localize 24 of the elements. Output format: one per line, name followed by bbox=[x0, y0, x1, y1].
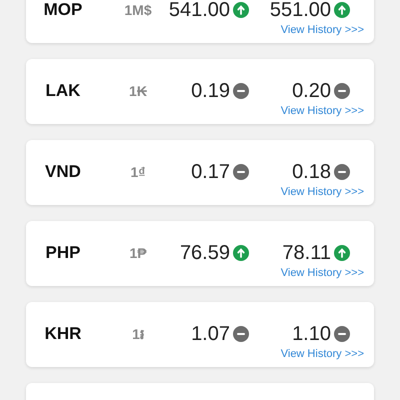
sell-rate: 551.00 bbox=[270, 0, 331, 23]
unit-label: 1៛ bbox=[131, 324, 145, 344]
buy-rate: 76.59 bbox=[180, 241, 230, 266]
sell-rate: 78.11 bbox=[282, 241, 331, 266]
view-history-link[interactable]: View History >>> bbox=[280, 106, 364, 117]
currency-code: KHR bbox=[44, 323, 82, 346]
buy-rate: 0.17 bbox=[191, 160, 230, 185]
view-history-link[interactable]: View History >>> bbox=[280, 25, 364, 36]
currency-code: LAK bbox=[44, 80, 82, 102]
buy-rate: 0.19 bbox=[191, 79, 230, 104]
currency-code: VND bbox=[44, 161, 82, 184]
buy-rate: 1.07 bbox=[191, 322, 230, 347]
currency-code: PHP bbox=[44, 242, 82, 264]
unit-label: 1₱ bbox=[128, 244, 148, 262]
currency-code: MOP bbox=[42, 0, 84, 22]
sell-rate: 1.10 bbox=[292, 322, 331, 347]
unit-label: 1₫ bbox=[130, 162, 146, 182]
unit-label: 1₭ bbox=[128, 82, 148, 100]
buy-rate: 541.00 bbox=[168, 0, 230, 23]
view-history-link[interactable]: View History >>> bbox=[280, 187, 364, 198]
view-history-link[interactable]: View History >>> bbox=[280, 349, 364, 360]
view-history-link[interactable]: View History >>> bbox=[280, 268, 364, 279]
sell-rate: 0.18 bbox=[292, 160, 331, 185]
sell-rate: 0.20 bbox=[292, 79, 331, 104]
